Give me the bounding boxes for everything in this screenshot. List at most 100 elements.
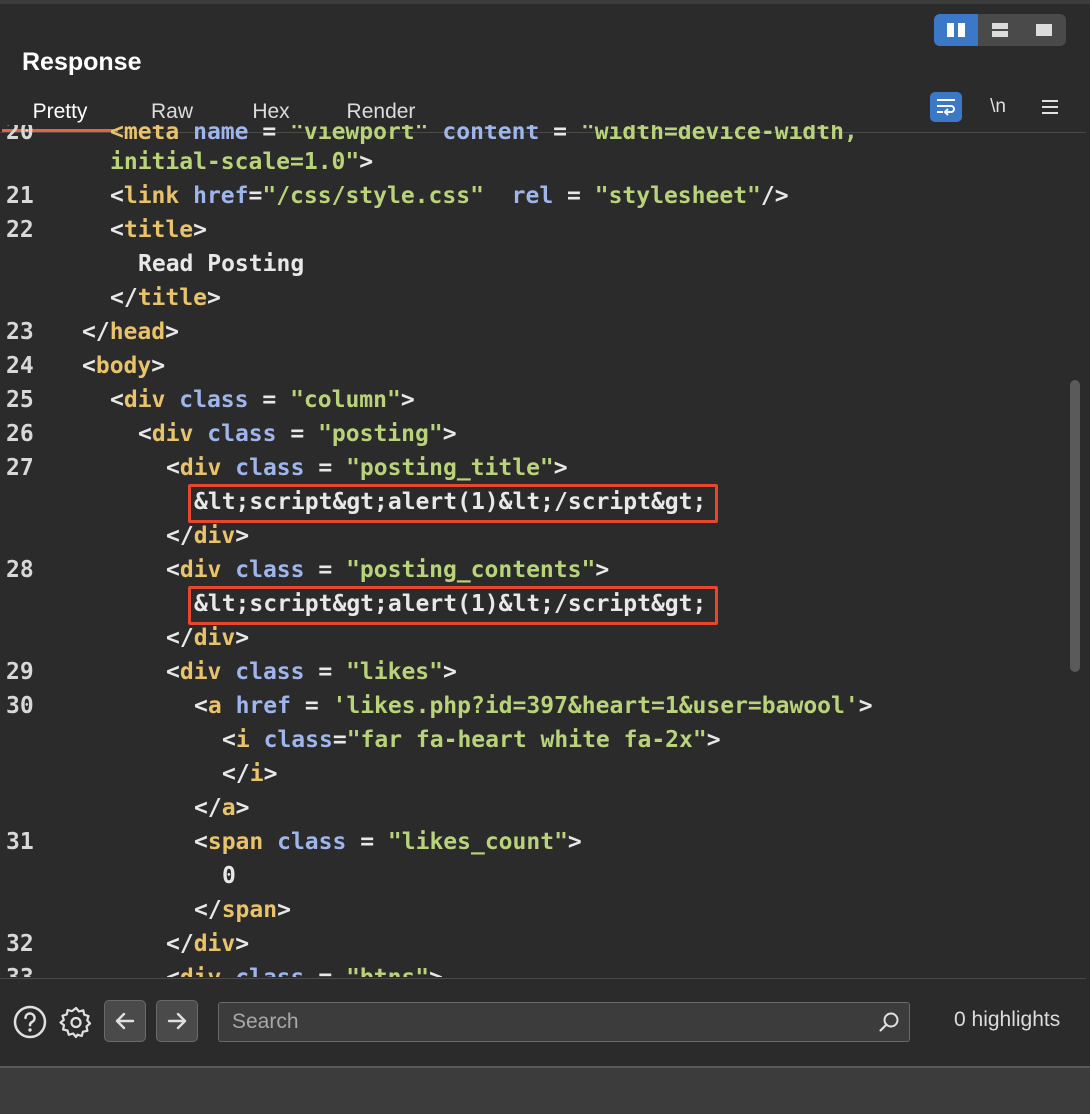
code-token: "posting_contents": [346, 557, 596, 583]
line-number: 23: [6, 319, 34, 345]
code-text: initial-scale=1.0">: [110, 145, 373, 179]
code-line: 33 <div class = "btns">: [0, 961, 1068, 977]
code-token: div: [151, 421, 194, 447]
split-columns-icon[interactable]: [934, 14, 978, 46]
code-token: >: [567, 829, 582, 855]
vertical-scrollbar[interactable]: [1070, 380, 1080, 672]
code-token: name: [193, 125, 249, 145]
code-token: =: [248, 125, 291, 145]
code-token: "far fa-heart white fa-2x": [346, 727, 707, 753]
code-token: href: [193, 183, 249, 209]
code-line: 27 <div class = "posting_title">: [0, 451, 1068, 485]
code-token: =: [332, 727, 347, 753]
response-code-view[interactable]: 20 <meta name = "viewport" content = "wid…: [0, 125, 1068, 977]
code-token: class: [263, 727, 333, 753]
code-token: <: [110, 183, 124, 209]
code-token: span: [221, 897, 278, 923]
code-token: head: [109, 319, 166, 345]
code-token: =: [553, 183, 595, 209]
window-bottom-edge: [0, 1066, 1090, 1114]
next-match-button[interactable]: [156, 1000, 198, 1042]
code-token: "column": [290, 387, 401, 413]
code-token: div: [180, 965, 222, 977]
code-token: >: [595, 557, 610, 583]
code-text: <i class="far fa-heart white fa-2x">: [222, 723, 721, 757]
line-number: 32: [6, 931, 34, 957]
code-token: </: [166, 931, 194, 957]
code-token: </: [82, 319, 110, 345]
code-text: <span class = "likes_count">: [194, 825, 582, 859]
code-token: link: [123, 183, 180, 209]
code-token: "likes": [346, 659, 443, 685]
code-token: >: [263, 761, 278, 787]
line-number: 21: [6, 183, 34, 209]
code-token: <: [222, 727, 236, 753]
code-line: 24 <body>: [0, 349, 1068, 383]
code-line: 26 <div class = "posting">: [0, 417, 1068, 451]
code-text: </title>: [110, 281, 221, 315]
code-token: class: [179, 387, 249, 413]
code-text: </a>: [194, 791, 249, 825]
settings-gear-icon[interactable]: [58, 1004, 94, 1040]
code-token: div: [123, 387, 166, 413]
line-number: 27: [6, 455, 34, 481]
search-input[interactable]: [219, 1003, 869, 1041]
previous-match-button[interactable]: [104, 1000, 146, 1042]
search-box: [218, 1002, 910, 1042]
code-token: <: [110, 387, 124, 413]
line-number: 30: [6, 693, 34, 719]
code-token: div: [179, 659, 222, 685]
code-token: Read Posting: [138, 251, 305, 277]
code-token: class: [277, 829, 347, 855]
code-text: <a href = 'likes.php?id=397&heart=1&user…: [194, 689, 873, 723]
code-text: &lt;script&gt;alert(1)&lt;/script&gt;: [194, 587, 706, 621]
code-token: class: [207, 421, 277, 447]
menu-icon[interactable]: [1034, 92, 1066, 122]
code-token: div: [179, 557, 222, 583]
code-token: <meta: [110, 125, 194, 145]
code-token: >: [277, 897, 291, 923]
code-token: div: [193, 523, 236, 549]
search-icon[interactable]: [869, 1011, 909, 1033]
code-text: 0: [222, 859, 236, 893]
code-token: </: [166, 523, 194, 549]
code-token: >: [235, 795, 250, 821]
code-text: <div class = "posting_contents">: [166, 553, 609, 587]
code-token: initial-scale=1.0": [110, 149, 360, 175]
code-token: div: [193, 625, 236, 651]
word-wrap-icon[interactable]: [930, 92, 962, 122]
code-token: i: [235, 727, 250, 753]
code-token: "btns": [346, 965, 429, 977]
show-newlines-button[interactable]: \n: [982, 92, 1014, 122]
code-token: title: [123, 217, 194, 243]
code-token: </: [110, 285, 138, 311]
single-pane-icon[interactable]: [1022, 14, 1066, 46]
code-line: </i>: [0, 757, 1068, 791]
help-icon[interactable]: [12, 1004, 48, 1040]
code-token: >: [235, 931, 250, 957]
code-token: </: [222, 761, 250, 787]
code-text: </head>: [82, 315, 179, 349]
code-line: </div>: [0, 621, 1068, 655]
code-token: <: [166, 965, 180, 977]
code-line: <i class="far fa-heart white fa-2x">: [0, 723, 1068, 757]
code-token: rel: [511, 183, 554, 209]
code-token: class: [235, 557, 305, 583]
code-token: a: [221, 795, 236, 821]
code-token: class: [235, 965, 304, 977]
code-line: 31 <span class = "likes_count">: [0, 825, 1068, 859]
code-token: =: [304, 659, 347, 685]
code-text: Read Posting: [138, 247, 304, 281]
code-line: </title>: [0, 281, 1068, 315]
code-token: body: [95, 353, 152, 379]
code-line: </a>: [0, 791, 1068, 825]
code-line: 21 <link href="/css/style.css" rel = "sty…: [0, 179, 1068, 213]
split-rows-icon[interactable]: [978, 14, 1022, 46]
